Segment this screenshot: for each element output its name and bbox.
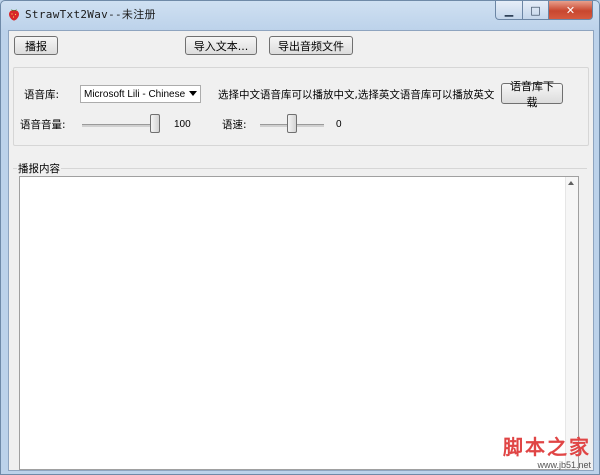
caption-buttons: ▁ □ ✕ (495, 1, 593, 20)
rate-slider-thumb[interactable] (287, 114, 297, 133)
volume-label: 语音音量: (20, 119, 66, 131)
maximize-button[interactable]: □ (523, 1, 549, 20)
minimize-button[interactable]: ▁ (495, 1, 523, 20)
watermark-text: 脚本之家 (503, 435, 591, 459)
close-icon: ✕ (565, 3, 576, 17)
content-scrollbar[interactable] (565, 177, 578, 469)
voice-library-value: Microsoft Lili - Chinese (China) (84, 88, 188, 100)
title-bar[interactable]: StrawTxt2Wav--未注册 ▁ □ ✕ (1, 1, 599, 29)
scroll-up-icon[interactable] (568, 181, 574, 185)
volume-slider-thumb[interactable] (150, 114, 160, 133)
export-audio-button[interactable]: 导出音频文件 (269, 36, 353, 55)
client-area: 播报 导入文本... 导出音频文件 语音库: Microsoft Lili - … (8, 30, 594, 471)
import-text-button[interactable]: 导入文本... (185, 36, 257, 55)
app-window: StrawTxt2Wav--未注册 ▁ □ ✕ 播报 导入文本... 导出音频文… (0, 0, 600, 475)
watermark-url: www.jb51.net (537, 460, 591, 470)
content-group-border (13, 168, 587, 169)
play-button[interactable]: 播报 (14, 36, 58, 55)
volume-value: 100 (174, 119, 191, 130)
voice-settings-panel: 语音库: Microsoft Lili - Chinese (China) 选择… (13, 67, 589, 146)
chevron-down-icon (189, 91, 197, 96)
rate-value: 0 (336, 119, 342, 130)
voice-download-button[interactable]: 语音库下载 (501, 80, 563, 109)
maximize-icon: □ (530, 3, 541, 17)
watermark: 脚本之家 www.jb51.net (503, 431, 591, 470)
close-button[interactable]: ✕ (549, 1, 593, 20)
content-group-label: 播报内容 (17, 161, 61, 176)
broadcast-content-textarea[interactable] (19, 176, 579, 470)
volume-slider-track (82, 124, 160, 127)
strawberry-icon (9, 9, 19, 21)
minimize-icon: ▁ (504, 3, 514, 17)
voice-hint-text: 选择中文语音库可以播放中文,选择英文语音库可以播放英文 (218, 89, 495, 101)
window-title: StrawTxt2Wav--未注册 (25, 8, 156, 21)
voice-library-label: 语音库: (24, 89, 60, 101)
volume-slider[interactable] (82, 114, 160, 136)
voice-library-select[interactable]: Microsoft Lili - Chinese (China) (80, 85, 201, 103)
rate-label: 语速: (222, 119, 247, 131)
rate-slider[interactable] (260, 114, 324, 136)
